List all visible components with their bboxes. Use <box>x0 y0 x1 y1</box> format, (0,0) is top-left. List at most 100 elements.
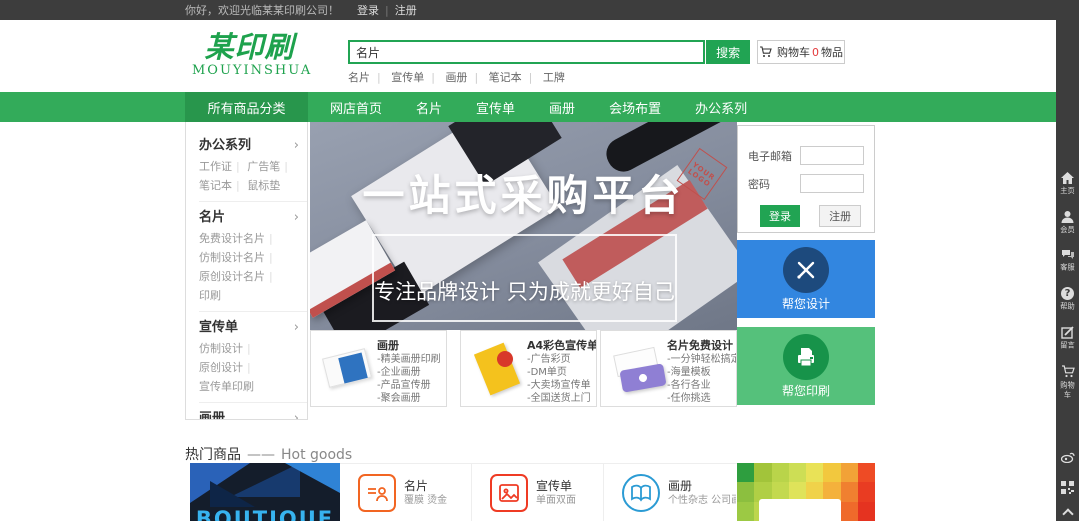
weibo-icon <box>1061 451 1075 463</box>
category-link[interactable]: 笔记本 <box>199 179 244 192</box>
chat-icon <box>1061 249 1075 261</box>
category-link[interactable]: 原创设计名片 <box>199 270 277 283</box>
qrcode-icon <box>1061 481 1074 494</box>
image-decor <box>210 481 255 507</box>
promo-card-item: -企业画册 <box>377 366 447 379</box>
user-icon <box>1061 210 1074 223</box>
category-link[interactable]: 印刷 <box>199 289 221 302</box>
rail-message-button[interactable]: 留言 <box>1056 326 1079 351</box>
register-button[interactable]: 注册 <box>819 205 861 227</box>
promo-card-item: -DM单页 <box>527 366 597 379</box>
hero-banner[interactable]: YOUR LOGO 一站式采购平台 专注品牌设计 只为成就更好自己 <box>310 122 737 330</box>
cart-icon <box>759 46 772 58</box>
category-link[interactable]: 鼠标垫 <box>247 179 280 192</box>
rail-label: 购物车 <box>1057 380 1078 400</box>
promo-card-item: -聚会画册 <box>377 392 447 405</box>
category-link[interactable]: 原创设计 <box>199 361 255 374</box>
promo-card-title: A4彩色宣传单 <box>527 338 597 353</box>
back-to-top-button[interactable]: TOP <box>1056 510 1079 521</box>
nav-item-home[interactable]: 网店首页 <box>330 98 382 117</box>
password-label: 密码 <box>748 176 800 192</box>
category-title[interactable]: 宣传单 <box>199 317 307 339</box>
search-input[interactable] <box>348 40 705 64</box>
category-link[interactable]: 仿制设计 <box>199 342 255 355</box>
rail-cart-button[interactable]: 购物车 <box>1056 365 1079 401</box>
side-toolbar: 主页 会员 客服 帮助 留言 购物车 <box>1056 0 1079 521</box>
promo-card-flyer[interactable]: A4彩色宣传单 -广告彩页 -DM单页 -大卖场宣传单 -全国送货上门 <box>460 330 597 407</box>
search-button[interactable]: 搜索 <box>706 40 750 64</box>
image-decor <box>759 499 841 521</box>
promo-card-title: 画册 <box>377 338 447 353</box>
hot-link[interactable]: 宣传单 <box>391 71 442 84</box>
hot-goods-title-en: Hot goods <box>281 447 352 463</box>
email-label: 电子邮箱 <box>748 148 800 164</box>
promo-card-item: -广告彩页 <box>527 353 597 366</box>
hot-item-subtitle: 覆膜 烫金 <box>404 494 447 508</box>
design-label: 帮您设计 <box>737 295 875 312</box>
cart-suffix: 物品 <box>821 44 843 60</box>
banner-subtitle: 专注品牌设计 只为成就更好自己 <box>374 276 675 306</box>
hot-item-subtitle: 个性杂志 公司画册 <box>668 494 736 508</box>
category-title[interactable]: 名片 <box>199 207 307 229</box>
hot-product-image-mosaic[interactable] <box>737 463 875 521</box>
nav-item-office[interactable]: 办公系列 <box>695 98 747 117</box>
category-link[interactable]: 工作证 <box>199 160 244 173</box>
welcome-text: 你好，欢迎光临某某印刷公司！ <box>185 2 339 18</box>
site-logo[interactable]: 某印刷 MOUYINSHUA <box>192 31 307 78</box>
album-icon <box>622 474 660 512</box>
qrcode-button[interactable] <box>1056 479 1079 498</box>
promo-card-businesscard[interactable]: 名片免费设计 -一分钟轻松搞定 -海量模板 -各行各业 -任你挑选 <box>600 330 737 407</box>
edit-icon <box>1061 326 1074 339</box>
logo-title: 某印刷 <box>192 31 307 63</box>
category-link[interactable]: 仿制设计名片 <box>199 251 277 264</box>
category-title[interactable]: 办公系列 <box>199 135 307 157</box>
hot-product-image-boutique[interactable]: BOUTIQUE <box>190 463 340 521</box>
design-icon <box>783 247 829 293</box>
promo-card-item: -海量模板 <box>667 366 737 379</box>
category-link[interactable]: 免费设计名片 <box>199 232 277 245</box>
category-link[interactable]: 广告笔 <box>247 160 292 173</box>
all-categories-button[interactable]: 所有商品分类 <box>185 92 308 122</box>
hot-link[interactable]: 画册 <box>445 71 485 84</box>
weibo-button[interactable] <box>1056 448 1079 467</box>
rail-home-button[interactable]: 主页 <box>1056 172 1079 196</box>
promo-card-item: -任你挑选 <box>667 392 737 405</box>
register-link[interactable]: 注册 <box>395 2 417 18</box>
topbar: 你好，欢迎光临某某印刷公司！ 登录 | 注册 <box>0 0 1079 20</box>
hot-item-businesscard[interactable]: 名片 覆膜 烫金 <box>340 464 472 521</box>
hot-item-title: 宣传单 <box>536 478 576 494</box>
nav-item-venue[interactable]: 会场布置 <box>609 98 661 117</box>
hot-link[interactable]: 工牌 <box>543 71 565 84</box>
email-field[interactable] <box>800 146 864 165</box>
print-service-banner[interactable]: 帮您印刷 <box>737 327 875 405</box>
rail-label: 主页 <box>1057 186 1078 196</box>
hot-item-subtitle: 单面双面 <box>536 494 576 508</box>
nav-item-cards[interactable]: 名片 <box>416 98 442 117</box>
nav-item-flyers[interactable]: 宣传单 <box>476 98 515 117</box>
hot-item-flyer[interactable]: 宣传单 单面双面 <box>472 464 604 521</box>
promo-card-album[interactable]: 画册 -精美画册印刷 -企业画册 -产品宣传册 -聚会画册 <box>310 330 447 407</box>
nav-item-albums[interactable]: 画册 <box>549 98 575 117</box>
hot-item-title: 画册 <box>668 478 736 494</box>
rail-service-button[interactable]: 客服 <box>1056 249 1079 273</box>
businesscard-icon <box>358 474 396 512</box>
hot-item-album[interactable]: 画册 个性杂志 公司画册 <box>604 464 736 521</box>
promo-card-item: -大卖场宣传单 <box>527 379 597 392</box>
rail-label: 帮助 <box>1057 302 1078 312</box>
login-link[interactable]: 登录 <box>357 2 379 18</box>
rail-member-button[interactable]: 会员 <box>1056 210 1079 235</box>
category-link[interactable]: 宣传单印刷 <box>199 380 254 393</box>
design-service-banner[interactable]: 帮您设计 <box>737 240 875 318</box>
cart-button[interactable]: 购物车 0 物品 <box>757 40 845 64</box>
cart-label: 购物车 <box>777 44 810 60</box>
login-panel: 电子邮箱 密码 登录 注册 <box>737 125 875 233</box>
category-title[interactable]: 画册 <box>199 408 307 420</box>
hot-link[interactable]: 笔记本 <box>489 71 540 84</box>
login-button[interactable]: 登录 <box>760 205 800 227</box>
rail-label: 留言 <box>1057 341 1078 351</box>
category-menu: 办公系列 工作证 广告笔 笔记本 鼠标垫 名片 免费设计名片 仿制设计名片 原创… <box>185 122 308 420</box>
password-field[interactable] <box>800 174 864 193</box>
hot-goods-row: BOUTIQUE 名片 覆膜 烫金 宣传单 单面双面 <box>185 463 875 521</box>
hot-link[interactable]: 名片 <box>348 71 388 84</box>
rail-help-button[interactable]: 帮助 <box>1056 287 1079 312</box>
